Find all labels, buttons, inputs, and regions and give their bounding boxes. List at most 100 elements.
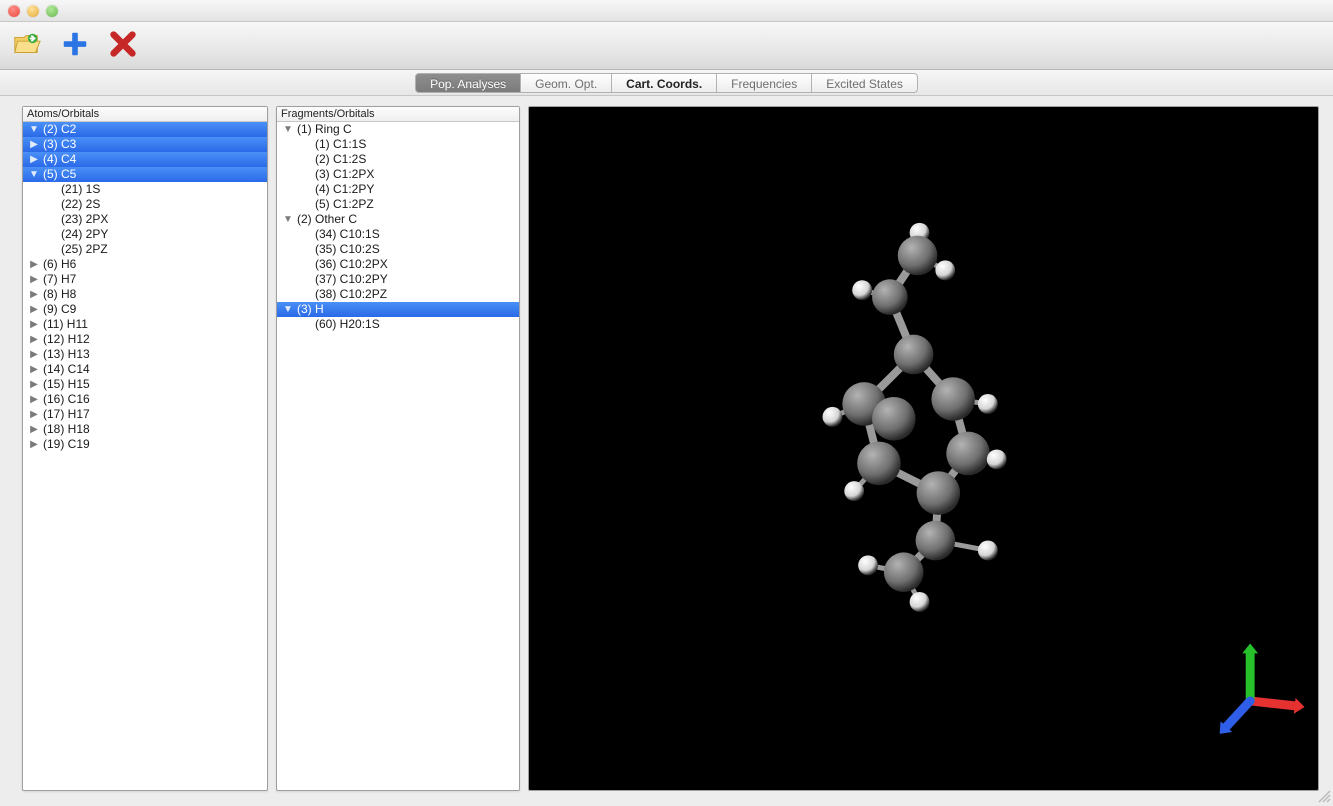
fragments-row[interactable]: (2) C1:2S (277, 152, 519, 167)
carbon-atom[interactable] (857, 442, 901, 486)
tab-excited-states[interactable]: Excited States (812, 73, 918, 93)
hydrogen-atom[interactable] (823, 407, 843, 427)
fragments-row[interactable]: (36) C10:2PX (277, 257, 519, 272)
carbon-atom[interactable] (916, 521, 956, 561)
fragments-row[interactable]: ▼(2) Other C (277, 212, 519, 227)
hydrogen-atom[interactable] (978, 541, 998, 561)
fragments-row[interactable]: (5) C1:2PZ (277, 197, 519, 212)
add-button[interactable] (58, 29, 92, 63)
hydrogen-atom[interactable] (910, 592, 930, 612)
atoms-row[interactable]: ▶(14) C14 (23, 362, 267, 377)
disclosure-down-icon[interactable]: ▼ (281, 212, 295, 227)
close-window-button[interactable] (8, 5, 20, 17)
atoms-label: (7) H7 (41, 272, 76, 287)
fragments-row[interactable]: (60) H20:1S (277, 317, 519, 332)
carbon-atom[interactable] (946, 432, 990, 476)
zoom-window-button[interactable] (46, 5, 58, 17)
carbon-atom[interactable] (898, 236, 938, 276)
fragments-row[interactable]: (1) C1:1S (277, 137, 519, 152)
atoms-row[interactable]: ▼(5) C5 (23, 167, 267, 182)
disclosure-down-icon[interactable]: ▼ (281, 302, 295, 317)
carbon-atom[interactable] (872, 279, 908, 315)
fragments-row[interactable]: ▼(3) H (277, 302, 519, 317)
atoms-row[interactable]: (23) 2PX (23, 212, 267, 227)
atoms-row[interactable]: ▶(9) C9 (23, 302, 267, 317)
hydrogen-atom[interactable] (935, 260, 955, 280)
disclosure-right-icon[interactable]: ▶ (27, 362, 41, 377)
tab-geom-opt[interactable]: Geom. Opt. (521, 73, 612, 93)
atoms-row[interactable]: ▶(19) C19 (23, 437, 267, 452)
hydrogen-atom[interactable] (858, 555, 878, 575)
disclosure-down-icon[interactable]: ▼ (27, 122, 41, 137)
disclosure-right-icon[interactable]: ▶ (27, 377, 41, 392)
atoms-row[interactable]: (25) 2PZ (23, 242, 267, 257)
fragments-row[interactable]: (37) C10:2PY (277, 272, 519, 287)
atoms-label: (25) 2PZ (59, 242, 108, 257)
minimize-window-button[interactable] (27, 5, 39, 17)
carbon-atom[interactable] (931, 377, 975, 421)
disclosure-right-icon[interactable]: ▶ (27, 407, 41, 422)
fragments-row[interactable]: (3) C1:2PX (277, 167, 519, 182)
delete-button[interactable] (106, 29, 140, 63)
atoms-row[interactable]: ▶(13) H13 (23, 347, 267, 362)
fragments-row[interactable]: ▼(1) Ring C (277, 122, 519, 137)
disclosure-right-icon[interactable]: ▶ (27, 152, 41, 167)
atoms-row[interactable]: ▶(16) C16 (23, 392, 267, 407)
carbon-atom[interactable] (872, 397, 916, 441)
atoms-row[interactable]: (24) 2PY (23, 227, 267, 242)
tab-label: Frequencies (731, 77, 797, 91)
atoms-row[interactable]: ▶(4) C4 (23, 152, 267, 167)
atoms-row[interactable]: ▶(7) H7 (23, 272, 267, 287)
atoms-row[interactable]: ▶(6) H6 (23, 257, 267, 272)
molecule-viewer[interactable] (528, 106, 1319, 791)
disclosure-right-icon[interactable]: ▶ (27, 317, 41, 332)
disclosure-right-icon[interactable]: ▶ (27, 437, 41, 452)
axis-z[interactable] (1220, 701, 1250, 734)
disclosure-down-icon[interactable]: ▼ (27, 167, 41, 182)
disclosure-right-icon[interactable]: ▶ (27, 137, 41, 152)
disclosure-right-icon[interactable]: ▶ (27, 257, 41, 272)
fragments-label: (60) H20:1S (313, 317, 380, 332)
tab-frequencies[interactable]: Frequencies (717, 73, 812, 93)
disclosure-right-icon[interactable]: ▶ (27, 422, 41, 437)
fragments-row[interactable]: (34) C10:1S (277, 227, 519, 242)
carbon-atom[interactable] (917, 471, 961, 515)
atoms-row[interactable]: ▶(12) H12 (23, 332, 267, 347)
fragments-row[interactable]: (35) C10:2S (277, 242, 519, 257)
axis-x[interactable] (1250, 698, 1304, 714)
disclosure-right-icon[interactable]: ▶ (27, 272, 41, 287)
disclosure-right-icon[interactable]: ▶ (27, 302, 41, 317)
disclosure-right-icon[interactable]: ▶ (27, 392, 41, 407)
fragments-row[interactable]: (38) C10:2PZ (277, 287, 519, 302)
hydrogen-atom[interactable] (987, 449, 1007, 469)
fragments-row[interactable]: (4) C1:2PY (277, 182, 519, 197)
tab-pop-analyses[interactable]: Pop. Analyses (415, 73, 521, 93)
atoms-row[interactable]: ▶(17) H17 (23, 407, 267, 422)
hydrogen-atom[interactable] (978, 394, 998, 414)
atoms-label: (13) H13 (41, 347, 90, 362)
disclosure-right-icon[interactable]: ▶ (27, 332, 41, 347)
carbon-atom[interactable] (894, 335, 934, 375)
carbon-atom[interactable] (884, 552, 924, 592)
atoms-row[interactable]: (21) 1S (23, 182, 267, 197)
atoms-label: (18) H18 (41, 422, 90, 437)
atoms-tree[interactable]: ▼(2) C2▶(3) C3▶(4) C4▼(5) C5(21) 1S(22) … (23, 122, 267, 790)
hydrogen-atom[interactable] (844, 481, 864, 501)
open-file-button[interactable] (10, 29, 44, 63)
atoms-row[interactable]: ▶(8) H8 (23, 287, 267, 302)
resize-grip-icon[interactable] (1317, 789, 1331, 803)
atoms-row[interactable]: ▶(11) H11 (23, 317, 267, 332)
disclosure-down-icon[interactable]: ▼ (281, 122, 295, 137)
atoms-row[interactable]: ▼(2) C2 (23, 122, 267, 137)
disclosure-right-icon[interactable]: ▶ (27, 347, 41, 362)
disclosure-right-icon[interactable]: ▶ (27, 287, 41, 302)
atoms-row[interactable]: (22) 2S (23, 197, 267, 212)
molecule-canvas[interactable] (529, 107, 1318, 790)
tab-cart-coords[interactable]: Cart. Coords. (612, 73, 717, 93)
atoms-row[interactable]: ▶(3) C3 (23, 137, 267, 152)
atoms-row[interactable]: ▶(18) H18 (23, 422, 267, 437)
fragments-tree[interactable]: ▼(1) Ring C(1) C1:1S(2) C1:2S(3) C1:2PX(… (277, 122, 519, 790)
hydrogen-atom[interactable] (852, 280, 872, 300)
axis-y[interactable] (1242, 644, 1258, 701)
atoms-row[interactable]: ▶(15) H15 (23, 377, 267, 392)
